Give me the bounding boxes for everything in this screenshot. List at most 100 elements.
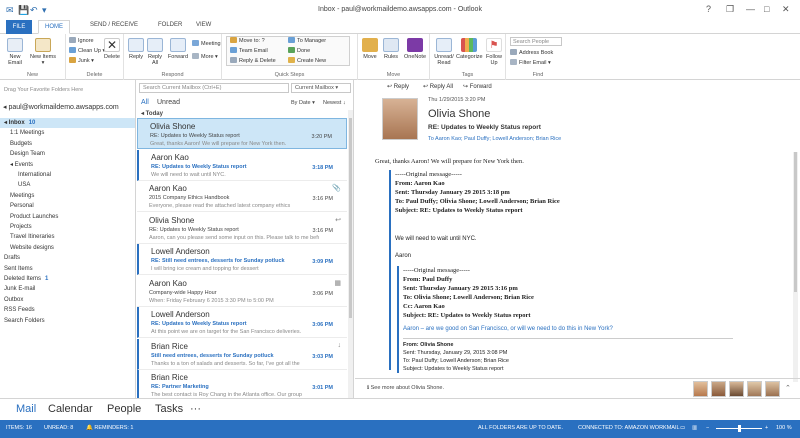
folder-item[interactable]: Design Team bbox=[0, 149, 135, 159]
onenote-button[interactable]: OneNote bbox=[403, 38, 427, 60]
reply-all-action[interactable]: ↩ Reply All bbox=[423, 83, 453, 90]
quick-step-move-to[interactable]: Move to: ? bbox=[230, 37, 265, 44]
scroll-thumb[interactable] bbox=[349, 118, 352, 318]
clean-up-button[interactable]: Clean Up ▾ bbox=[69, 47, 105, 54]
search-people-input[interactable]: Search People bbox=[510, 37, 562, 46]
tab-folder[interactable]: FOLDER bbox=[158, 22, 182, 28]
folder-item[interactable]: Search Folders bbox=[0, 316, 135, 326]
maximize-button[interactable]: □ bbox=[764, 4, 769, 14]
move-button[interactable]: Move bbox=[361, 38, 379, 60]
mailbox-scope-dropdown[interactable]: Current Mailbox ▾ bbox=[291, 83, 351, 93]
new-items-button[interactable]: New Items ▾ bbox=[30, 38, 56, 66]
person-avatar[interactable] bbox=[765, 381, 780, 397]
meeting-button[interactable]: Meeting bbox=[192, 40, 221, 47]
message-item[interactable]: Lowell Anderson RE: Still need entrees, d… bbox=[137, 244, 347, 275]
unread-read-button[interactable]: Unread/ Read bbox=[432, 38, 456, 66]
status-reminders[interactable]: 🔔 REMINDERS: 1 bbox=[86, 425, 134, 431]
zoom-out-icon[interactable]: − bbox=[706, 425, 709, 431]
nav-more[interactable]: ··· bbox=[190, 403, 201, 415]
folder-item[interactable]: Deleted Items 1 bbox=[0, 274, 135, 284]
nav-tasks[interactable]: Tasks bbox=[155, 403, 183, 415]
minimize-button[interactable]: — bbox=[746, 4, 755, 14]
folder-item[interactable]: Drafts bbox=[0, 253, 135, 263]
folder-item[interactable]: Sent Items bbox=[0, 264, 135, 274]
folder-item[interactable]: 1:1 Meetings bbox=[0, 128, 135, 138]
nav-calendar[interactable]: Calendar bbox=[48, 403, 93, 415]
close-button[interactable]: ✕ bbox=[782, 4, 790, 15]
zoom-thumb[interactable] bbox=[738, 425, 741, 432]
person-avatar[interactable] bbox=[693, 381, 708, 397]
quick-step-done[interactable]: Done bbox=[288, 47, 310, 54]
message-item[interactable]: Olivia Shone RE: Updates to Weekly Status… bbox=[137, 118, 347, 149]
group-header-today[interactable]: ◂ Today bbox=[141, 110, 163, 117]
view-reading-icon[interactable]: ▥ bbox=[692, 425, 697, 431]
scroll-thumb[interactable] bbox=[794, 152, 797, 292]
message-recipients[interactable]: To Aaron Kao; Paul Duffy; Lowell Anderso… bbox=[428, 136, 561, 142]
tab-send-receive[interactable]: SEND / RECEIVE bbox=[90, 22, 138, 28]
quick-step-to-manager[interactable]: To Manager bbox=[288, 37, 326, 44]
address-book-button[interactable]: Address Book bbox=[510, 49, 553, 56]
folder-item[interactable]: Website designs bbox=[0, 243, 135, 253]
nav-people[interactable]: People bbox=[107, 403, 141, 415]
message-item[interactable]: Brian Rice RE: Partner Marketing The best … bbox=[137, 370, 347, 401]
favorites-drop-zone[interactable]: Drag Your Favorite Folders Here bbox=[4, 87, 83, 93]
folder-item[interactable]: Meetings bbox=[0, 191, 135, 201]
folder-item[interactable]: RSS Feeds bbox=[0, 305, 135, 315]
more-respond-button[interactable]: More ▾ bbox=[192, 53, 218, 60]
see-more-link[interactable]: ℹ See more about Olivia Shone. bbox=[367, 385, 444, 391]
quick-step-create-new[interactable]: Create New bbox=[288, 57, 326, 64]
folder-item[interactable]: ◂ Events bbox=[0, 160, 135, 170]
filter-all[interactable]: All bbox=[141, 99, 149, 106]
folder-item[interactable]: Junk E-mail bbox=[0, 284, 135, 294]
help-button[interactable]: ? bbox=[706, 4, 711, 14]
tab-home[interactable]: HOME bbox=[38, 20, 70, 34]
zoom-in-icon[interactable]: + bbox=[765, 425, 768, 431]
message-item[interactable]: Aaron Kao 2015 Company Ethics Handbook Eve… bbox=[137, 181, 347, 212]
tab-file[interactable]: FILE bbox=[6, 20, 32, 34]
folder-item[interactable]: USA bbox=[0, 180, 135, 190]
zoom-level[interactable]: 100 % bbox=[776, 425, 792, 431]
folder-item[interactable]: Budgets bbox=[0, 139, 135, 149]
reply-all-button[interactable]: Reply All bbox=[146, 38, 164, 66]
new-email-button[interactable]: New Email bbox=[4, 38, 26, 66]
view-normal-icon[interactable]: ▭ bbox=[680, 425, 685, 431]
sort-order[interactable]: Newest ↓ bbox=[323, 100, 346, 106]
chevron-up-icon[interactable]: ⌃ bbox=[785, 384, 791, 392]
sort-by-date[interactable]: By Date ▾ bbox=[291, 100, 315, 106]
tab-view[interactable]: VIEW bbox=[196, 22, 211, 28]
search-mailbox-input[interactable]: Search Current Mailbox (Ctrl+E) bbox=[139, 83, 289, 93]
account-node[interactable]: ◂ paul@workmaildemo.awsapps.com bbox=[3, 103, 119, 111]
folder-item[interactable]: Travel Itineraries bbox=[0, 232, 135, 242]
message-item[interactable]: Aaron Kao Company-wide Happy Hour When: Fr… bbox=[137, 276, 347, 307]
rules-button[interactable]: Rules bbox=[382, 38, 400, 60]
reply-button[interactable]: Reply bbox=[128, 38, 144, 60]
folder-item[interactable]: Personal bbox=[0, 201, 135, 211]
person-avatar[interactable] bbox=[711, 381, 726, 397]
junk-button[interactable]: Junk ▾ bbox=[69, 57, 94, 64]
person-avatar[interactable] bbox=[747, 381, 762, 397]
folder-item[interactable]: Outbox bbox=[0, 295, 135, 305]
folder-item[interactable]: International bbox=[0, 170, 135, 180]
message-list-scrollbar[interactable] bbox=[348, 110, 353, 398]
filter-email-button[interactable]: Filter Email ▾ bbox=[510, 59, 551, 66]
quick-step-reply-delete[interactable]: Reply & Delete bbox=[230, 57, 276, 64]
forward-action[interactable]: ↪ Forward bbox=[463, 83, 492, 90]
reply-action[interactable]: ↩ Reply bbox=[387, 83, 409, 90]
reading-pane-scrollbar[interactable] bbox=[793, 152, 798, 382]
filter-unread[interactable]: Unread bbox=[157, 99, 180, 106]
follow-up-button[interactable]: ⚑ Follow Up bbox=[483, 38, 505, 66]
categorize-button[interactable]: Categorize bbox=[456, 38, 483, 60]
folder-item[interactable]: Product Launches bbox=[0, 212, 135, 222]
message-item[interactable]: Brian Rice Still need entrees, desserts f… bbox=[137, 338, 347, 370]
folder-item[interactable]: Projects bbox=[0, 222, 135, 232]
message-item[interactable]: Aaron Kao RE: Updates to Weekly Status re… bbox=[137, 149, 347, 181]
message-item[interactable]: Olivia Shone RE: Updates to Weekly Status… bbox=[137, 213, 347, 244]
nav-mail[interactable]: Mail bbox=[16, 403, 36, 415]
ribbon-display-button[interactable]: ❐ bbox=[726, 4, 734, 15]
person-avatar[interactable] bbox=[729, 381, 744, 397]
sender-name[interactable]: Olivia Shone bbox=[428, 108, 490, 120]
folder-item[interactable]: ◂ Inbox 10 bbox=[0, 118, 135, 128]
message-item[interactable]: Lowell Anderson RE: Updates to Weekly Sta… bbox=[137, 307, 347, 338]
forward-button[interactable]: Forward bbox=[166, 38, 190, 60]
delete-button[interactable]: ✕ Delete bbox=[103, 38, 121, 60]
